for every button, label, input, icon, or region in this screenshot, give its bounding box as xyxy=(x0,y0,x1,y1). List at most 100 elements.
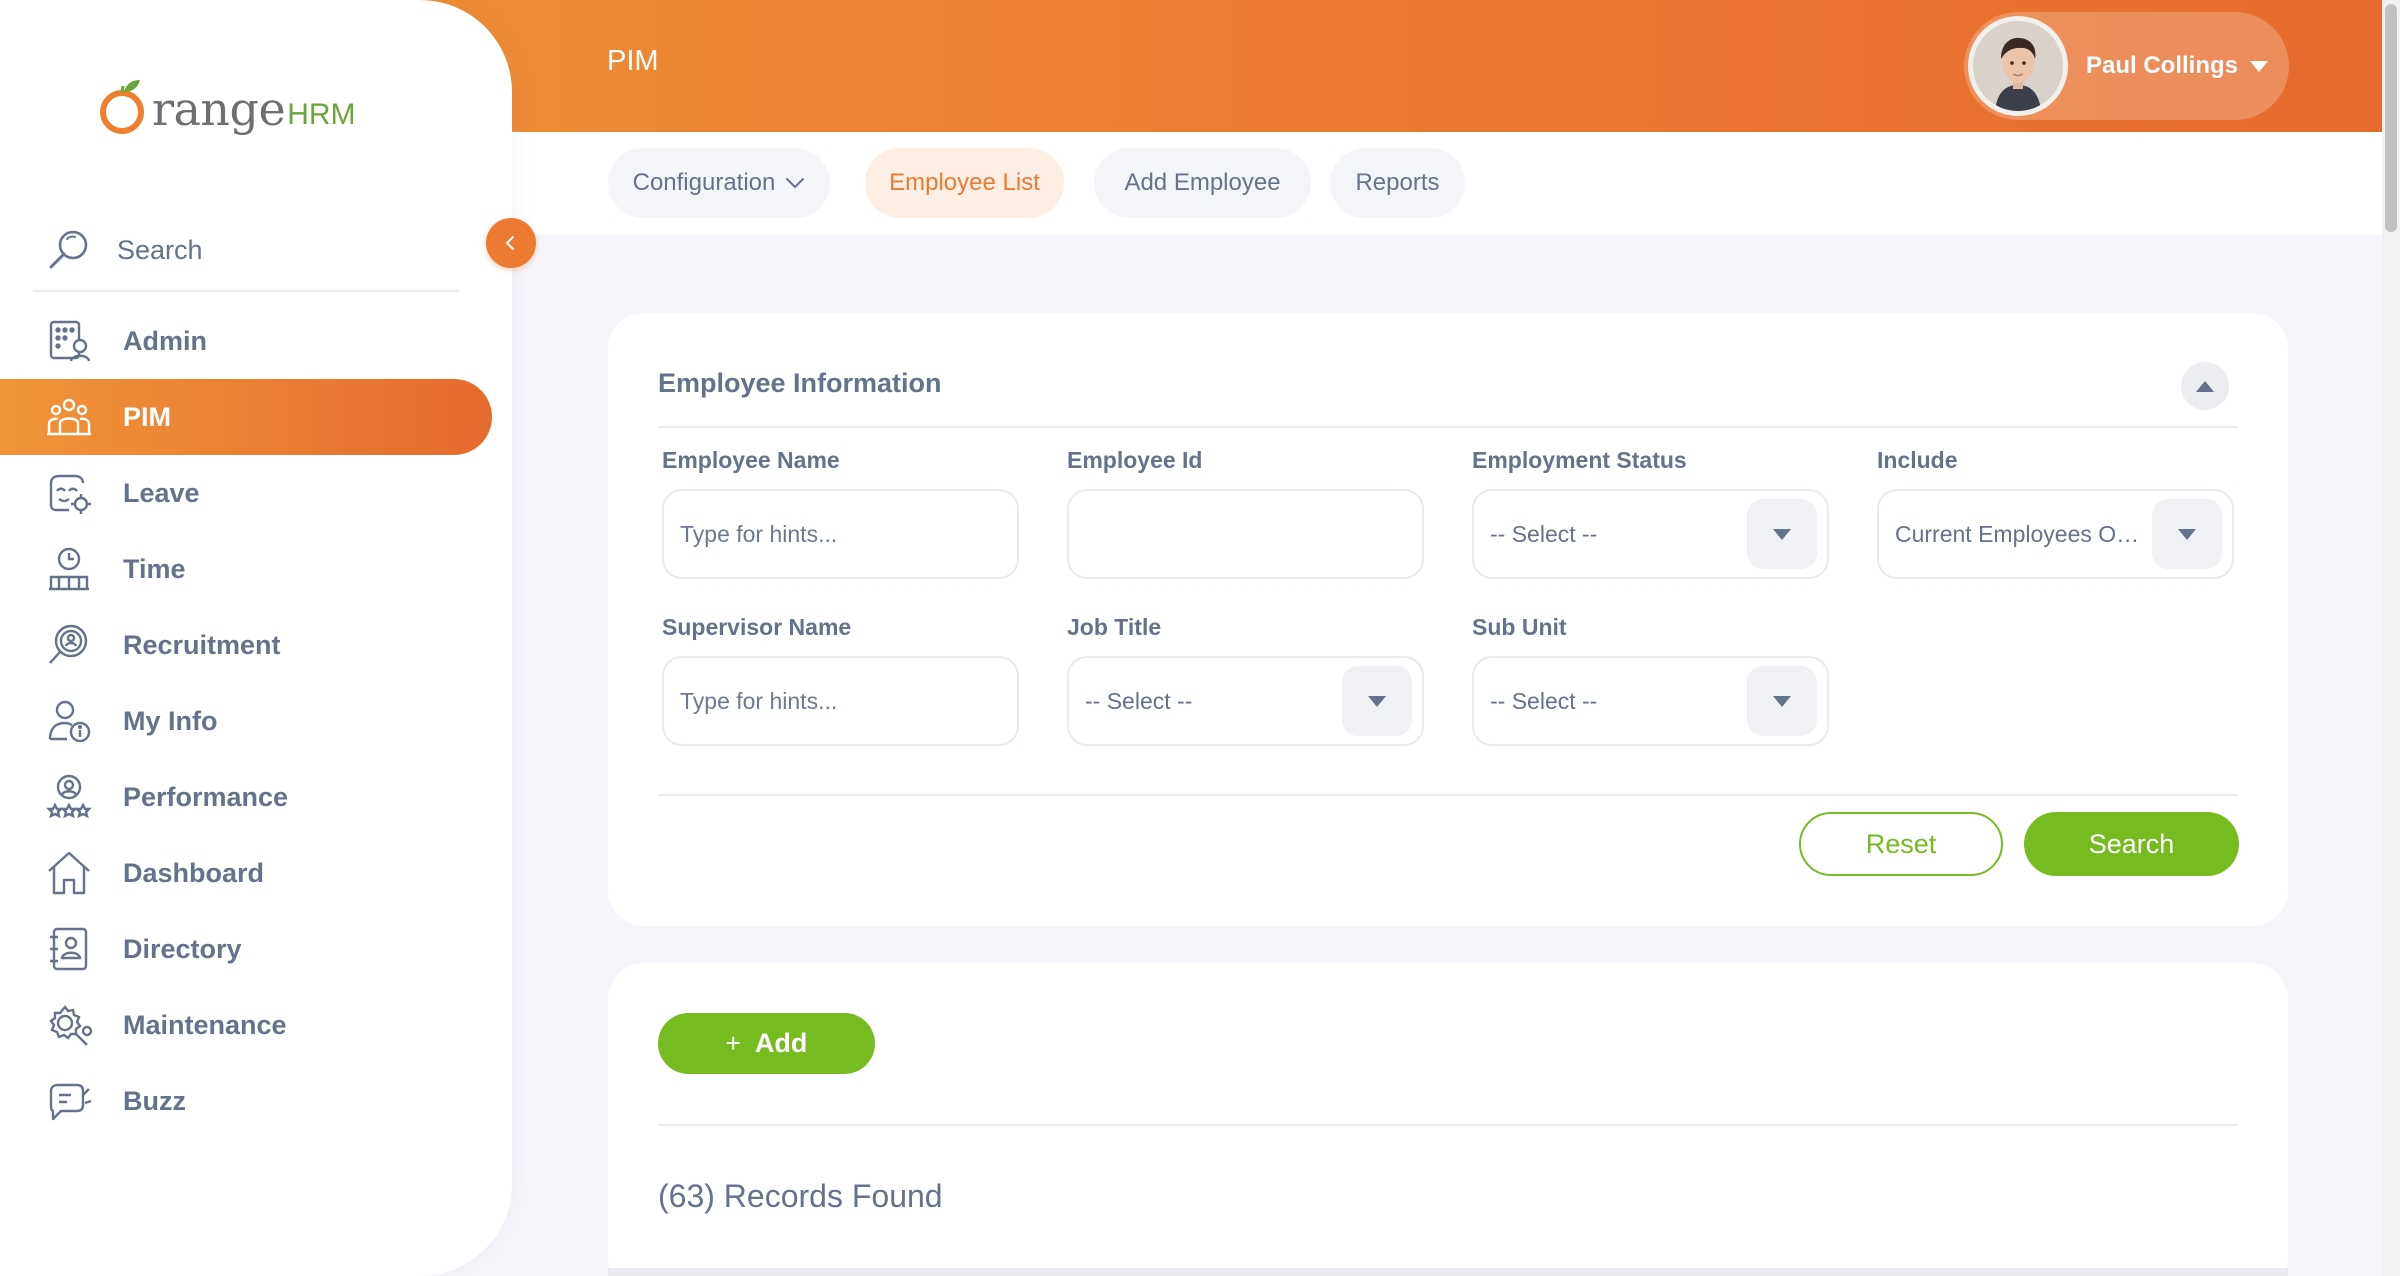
tab-add-employee[interactable]: Add Employee xyxy=(1094,148,1311,218)
chevron-down-icon xyxy=(786,178,805,189)
caret-down-icon xyxy=(2178,528,2196,540)
supervisor-name-placeholder: Type for hints... xyxy=(680,687,838,714)
sidebar-item-my-info[interactable]: My Info xyxy=(0,683,492,759)
table-header xyxy=(608,1268,2288,1276)
dropdown-button[interactable] xyxy=(1747,666,1817,736)
performance-icon xyxy=(45,773,93,821)
employee-name-placeholder: Type for hints... xyxy=(680,520,838,547)
sub-unit-select[interactable]: -- Select -- xyxy=(1472,656,1829,746)
sidebar-collapse-button[interactable] xyxy=(486,218,536,268)
logo-text: range xyxy=(152,82,286,136)
employment-status-label: Employment Status xyxy=(1472,447,1687,473)
sidebar-item-directory[interactable]: Directory xyxy=(0,911,492,987)
caret-down-icon xyxy=(1368,695,1386,707)
sidebar-item-recruitment[interactable]: Recruitment xyxy=(0,607,492,683)
sidebar-item-performance[interactable]: Performance xyxy=(0,759,492,835)
sidebar-item-label: Directory xyxy=(123,933,242,964)
add-button-label: Add xyxy=(754,1028,808,1058)
logo-suffix: HRM xyxy=(287,98,356,131)
time-icon xyxy=(45,545,93,593)
include-value: Current Employees Only xyxy=(1895,520,2146,547)
sidebar-item-label: Admin xyxy=(123,325,207,356)
divider xyxy=(658,1124,2238,1126)
caret-down-icon xyxy=(1773,528,1791,540)
page-scrollbar[interactable] xyxy=(2382,0,2400,1276)
tab-reports[interactable]: Reports xyxy=(1330,148,1465,218)
tab-bar: Configuration Employee List Add Employee… xyxy=(512,132,2382,235)
divider xyxy=(658,794,2238,796)
pim-icon xyxy=(45,393,93,441)
sidebar-item-pim[interactable]: PIM xyxy=(0,379,492,455)
chevron-down-icon xyxy=(2250,60,2269,72)
dropdown-button[interactable] xyxy=(1342,666,1412,736)
page-title: PIM xyxy=(607,45,659,77)
sidebar-item-label: Leave xyxy=(123,477,200,508)
tab-label: Add Employee xyxy=(1124,169,1281,196)
sidebar-search-label: Search xyxy=(117,234,203,265)
dropdown-button[interactable] xyxy=(1747,499,1817,569)
directory-icon xyxy=(45,925,93,973)
tab-label: Configuration xyxy=(632,169,776,196)
sidebar-item-label: Time xyxy=(123,553,186,584)
supervisor-name-label: Supervisor Name xyxy=(662,614,852,640)
sidebar-item-maintenance[interactable]: Maintenance xyxy=(0,987,492,1063)
job-title-select[interactable]: -- Select -- xyxy=(1067,656,1424,746)
divider xyxy=(658,426,2238,428)
job-title-value: -- Select -- xyxy=(1085,687,1193,714)
employee-name-label: Employee Name xyxy=(662,447,840,473)
sub-unit-label: Sub Unit xyxy=(1472,614,1567,640)
sidebar-item-label: Buzz xyxy=(123,1085,186,1116)
records-found-count: (63) Records Found xyxy=(658,1178,943,1214)
chevron-left-icon xyxy=(505,236,514,250)
admin-icon xyxy=(45,317,93,365)
sidebar-item-label: Recruitment xyxy=(123,629,281,660)
sidebar-item-leave[interactable]: Leave xyxy=(0,455,492,531)
employment-status-value: -- Select -- xyxy=(1490,520,1598,547)
sidebar-item-label: Dashboard xyxy=(123,857,265,888)
job-title-label: Job Title xyxy=(1067,614,1162,640)
tab-label: Employee List xyxy=(889,169,1040,196)
recruitment-icon xyxy=(45,621,93,669)
tab-employee-list[interactable]: Employee List xyxy=(865,148,1064,218)
employee-list-card: + Add (63) Records Found xyxy=(608,963,2288,1276)
sidebar-search[interactable]: Search xyxy=(33,210,459,292)
my-info-icon xyxy=(45,697,93,745)
add-employee-button[interactable]: + Add xyxy=(658,1013,875,1074)
sidebar-item-label: My Info xyxy=(123,705,218,736)
scrollbar-thumb[interactable] xyxy=(2385,4,2397,232)
sidebar-item-label: Performance xyxy=(123,781,289,812)
dropdown-button[interactable] xyxy=(2152,499,2222,569)
include-select[interactable]: Current Employees Only xyxy=(1877,489,2234,579)
employee-filter-card: Employee Information Employee Name Type … xyxy=(608,313,2288,926)
filter-title: Employee Information xyxy=(658,368,942,398)
buzz-icon xyxy=(45,1077,93,1125)
maintenance-icon xyxy=(45,1001,93,1049)
leave-icon xyxy=(45,469,93,517)
sidebar: range HRM Search Admin PIM Leave Time Re… xyxy=(0,0,512,1276)
include-label: Include xyxy=(1877,447,1958,473)
sidebar-item-label: PIM xyxy=(123,401,172,432)
collapse-filter-button[interactable] xyxy=(2181,362,2229,410)
tab-label: Reports xyxy=(1355,169,1440,196)
reset-button[interactable]: Reset xyxy=(1799,812,2003,876)
search-button[interactable]: Search xyxy=(2024,812,2239,876)
user-avatar xyxy=(1968,16,2068,116)
caret-down-icon xyxy=(1773,695,1791,707)
employment-status-select[interactable]: -- Select -- xyxy=(1472,489,1829,579)
tab-configuration[interactable]: Configuration xyxy=(608,148,830,218)
employee-id-input[interactable] xyxy=(1067,489,1424,579)
supervisor-name-input[interactable]: Type for hints... xyxy=(662,656,1019,746)
caret-up-icon xyxy=(2196,380,2214,392)
user-menu-button[interactable]: Paul Collings xyxy=(1964,12,2289,120)
sidebar-nav: Admin PIM Leave Time Recruitment My Info… xyxy=(0,303,492,1139)
user-name: Paul Collings xyxy=(2086,52,2239,79)
sidebar-item-admin[interactable]: Admin xyxy=(0,303,492,379)
search-icon xyxy=(45,226,93,274)
sidebar-item-dashboard[interactable]: Dashboard xyxy=(0,835,492,911)
sub-unit-value: -- Select -- xyxy=(1490,687,1598,714)
orangehrm-logo[interactable]: range HRM xyxy=(98,62,356,136)
sidebar-item-time[interactable]: Time xyxy=(0,531,492,607)
employee-name-input[interactable]: Type for hints... xyxy=(662,489,1019,579)
sidebar-item-buzz[interactable]: Buzz xyxy=(0,1063,492,1139)
dashboard-icon xyxy=(45,849,93,897)
